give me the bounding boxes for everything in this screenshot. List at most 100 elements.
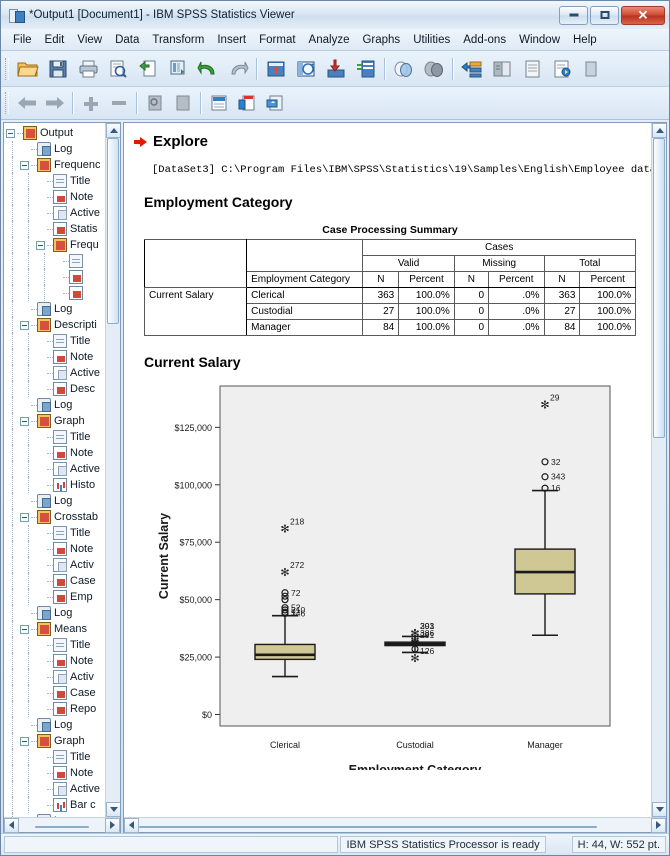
demote-button[interactable] <box>106 90 132 116</box>
outline-item-log[interactable]: Log <box>6 813 105 817</box>
outline-item-note[interactable]: Note <box>6 349 105 365</box>
venn-button[interactable] <box>390 55 418 83</box>
outline-item-statis[interactable]: Statis <box>6 221 105 237</box>
outline-vertical-scrollbar[interactable] <box>105 123 120 817</box>
outline-item-desc[interactable]: Desc <box>6 381 105 397</box>
outline-item-frequenc[interactable]: Frequenc <box>6 157 105 173</box>
find-button[interactable] <box>420 55 448 83</box>
outline-horizontal-scrollbar[interactable] <box>4 817 120 833</box>
toolbar-grip[interactable] <box>5 57 9 80</box>
select-cases-button[interactable] <box>458 55 486 83</box>
outline-item-emp[interactable]: Emp <box>6 589 105 605</box>
outline-item-log[interactable]: Log <box>6 301 105 317</box>
undo-button[interactable] <box>194 55 222 83</box>
hide-button[interactable] <box>234 90 260 116</box>
outline-item-activ[interactable]: Activ <box>6 557 105 573</box>
outline-item-title[interactable]: Title <box>6 525 105 541</box>
outline-tree[interactable]: Output Log Frequenc Title Note Active Statis Fr… <box>4 123 105 817</box>
menu-window[interactable]: Window <box>513 32 566 48</box>
outline-item-note[interactable]: Note <box>6 541 105 557</box>
print-preview-button[interactable] <box>104 55 132 83</box>
outline-item-node-9[interactable] <box>6 269 105 285</box>
doc-scroll-up-button[interactable] <box>652 123 666 138</box>
doc-scroll-track[interactable] <box>652 138 666 802</box>
outline-item-repo[interactable]: Repo <box>6 701 105 717</box>
menu-view[interactable]: View <box>71 32 108 48</box>
menu-edit[interactable]: Edit <box>39 32 71 48</box>
forward-button[interactable] <box>42 90 68 116</box>
outline-item-log[interactable]: Log <box>6 717 105 733</box>
document-horizontal-scrollbar[interactable] <box>124 817 666 833</box>
outline-item-descripti[interactable]: Descripti <box>6 317 105 333</box>
tree-collapse-toggle[interactable] <box>36 240 45 250</box>
print-button[interactable] <box>74 55 102 83</box>
outline-item-active[interactable]: Active <box>6 365 105 381</box>
menu-help[interactable]: Help <box>567 32 603 48</box>
outline-scroll-up-button[interactable] <box>106 123 120 138</box>
menu-transform[interactable]: Transform <box>146 32 210 48</box>
outline-toolbar-grip[interactable] <box>5 92 9 114</box>
outline-item-title[interactable]: Title <box>6 333 105 349</box>
outline-item-note[interactable]: Note <box>6 189 105 205</box>
outline-item-means[interactable]: Means <box>6 621 105 637</box>
tree-collapse-toggle[interactable] <box>20 624 29 634</box>
outline-item-node-10[interactable] <box>6 285 105 301</box>
outline-item-log[interactable]: Log <box>6 141 105 157</box>
outline-item-note[interactable]: Note <box>6 445 105 461</box>
export-button[interactable] <box>134 55 162 83</box>
menu-file[interactable]: File <box>7 32 38 48</box>
doc-hscroll-thumb[interactable] <box>139 826 597 828</box>
outline-item-bar-c[interactable]: Bar c <box>6 797 105 813</box>
document-vertical-scrollbar[interactable] <box>651 123 666 817</box>
doc-scroll-thumb[interactable] <box>653 138 665 438</box>
outline-item-histo[interactable]: Histo <box>6 477 105 493</box>
doc-scroll-down-button[interactable] <box>652 802 666 817</box>
outline-item-title[interactable]: Title <box>6 749 105 765</box>
outline-item-active[interactable]: Active <box>6 205 105 221</box>
menu-utilities[interactable]: Utilities <box>407 32 456 48</box>
tree-collapse-toggle[interactable] <box>6 128 15 138</box>
outline-item-note[interactable]: Note <box>6 653 105 669</box>
variables-button[interactable] <box>352 55 380 83</box>
outline-scroll-track[interactable] <box>106 138 120 802</box>
minimize-button[interactable] <box>559 5 588 25</box>
menu-analyze[interactable]: Analyze <box>303 32 356 48</box>
show-button[interactable] <box>206 90 232 116</box>
goto-variable-button[interactable] <box>292 55 320 83</box>
save-button[interactable] <box>44 55 72 83</box>
tree-collapse-toggle[interactable] <box>20 736 29 746</box>
boxplot-chart[interactable]: $0 $25,000 $50,000 $75,000 $100,000 $125,000 C… <box>148 378 618 773</box>
promote-button[interactable] <box>78 90 104 116</box>
menu-data[interactable]: Data <box>109 32 145 48</box>
outline-scroll-down-button[interactable] <box>106 802 120 817</box>
menu-insert[interactable]: Insert <box>211 32 252 48</box>
outline-item-activ[interactable]: Activ <box>6 669 105 685</box>
table-row[interactable]: Current Salary Clerical 363 100.0% 0 .0%… <box>143 287 636 336</box>
expand-button[interactable] <box>170 90 196 116</box>
outline-item-node-8[interactable] <box>6 253 105 269</box>
tree-collapse-toggle[interactable] <box>20 160 29 170</box>
redo-button[interactable] <box>224 55 252 83</box>
use-sets-button[interactable] <box>578 55 606 83</box>
outline-item-title[interactable]: Title <box>6 429 105 445</box>
outline-hscroll-thumb[interactable] <box>35 826 89 828</box>
weight-cases-button[interactable] <box>488 55 516 83</box>
maximize-button[interactable] <box>590 5 619 25</box>
menu-add-ons[interactable]: Add-ons <box>457 32 512 48</box>
outline-item-active[interactable]: Active <box>6 781 105 797</box>
outline-item-output[interactable]: Output <box>6 125 105 141</box>
open-file-button[interactable] <box>14 55 42 83</box>
outline-scroll-left-button[interactable] <box>4 817 19 833</box>
recall-dialog-button[interactable] <box>164 55 192 83</box>
outline-item-case[interactable]: Case <box>6 685 105 701</box>
outline-scroll-right-button[interactable] <box>105 817 120 833</box>
tree-collapse-toggle[interactable] <box>20 416 29 426</box>
outline-item-graph[interactable]: Graph <box>6 413 105 429</box>
menu-graphs[interactable]: Graphs <box>356 32 406 48</box>
outline-item-log[interactable]: Log <box>6 493 105 509</box>
output-document[interactable]: Explore [DataSet3] C:\Program Files\IBM\… <box>124 123 651 817</box>
outline-item-crosstab[interactable]: Crosstab <box>6 509 105 525</box>
goto-case-button[interactable] <box>262 55 290 83</box>
outline-item-case[interactable]: Case <box>6 573 105 589</box>
case-processing-summary-table[interactable]: Cases Valid Missing Total Employment Cat… <box>143 239 637 336</box>
